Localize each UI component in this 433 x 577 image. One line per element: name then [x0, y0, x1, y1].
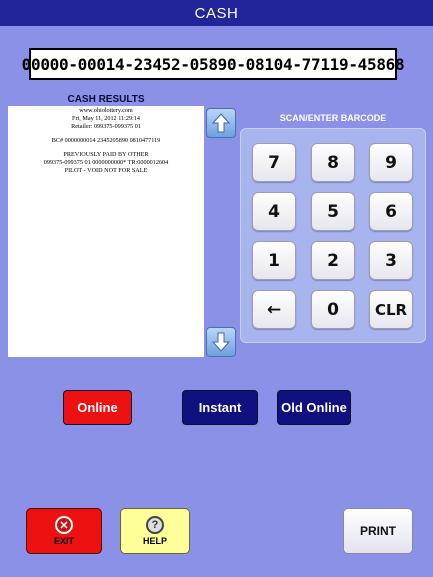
help-label: HELP — [142, 536, 167, 546]
key-6[interactable]: 6 — [369, 192, 413, 231]
key-8[interactable]: 8 — [311, 143, 355, 182]
instant-button[interactable]: Instant — [182, 390, 258, 425]
cash-results-title: CASH RESULTS — [67, 94, 145, 105]
scroll-up-button[interactable] — [206, 108, 236, 138]
close-circle-icon: ✕ — [55, 516, 73, 534]
arrow-down-icon — [212, 332, 230, 352]
exit-label: EXIT — [53, 536, 74, 546]
print-button[interactable]: PRINT — [343, 508, 413, 554]
keypad-panel: 7 8 9 4 5 6 1 2 3 ← 0 CLR — [240, 128, 426, 343]
key-7[interactable]: 7 — [252, 143, 296, 182]
receipt-line: PREVIOUSLY PAID BY OTHER — [63, 151, 149, 158]
receipt-line: PILOT - VOID NOT FOR SALE — [64, 167, 148, 174]
key-4[interactable]: 4 — [252, 192, 296, 231]
barcode-display: 00000-00014-23452-05890-08104-77119-4586… — [22, 48, 405, 80]
key-9[interactable]: 9 — [369, 143, 413, 182]
arrow-up-icon — [212, 113, 230, 133]
old-online-button[interactable]: Old Online — [277, 390, 351, 425]
help-button[interactable]: ? HELP — [120, 508, 190, 554]
receipt-line: 099375-099375 01 0000000000* TR:00000126… — [43, 159, 169, 166]
exit-button[interactable]: ✕ EXIT — [26, 508, 102, 554]
online-button[interactable]: Online — [63, 390, 132, 425]
receipt-line: Fri, May 11, 2012 11:29:14 — [72, 115, 140, 122]
key-0[interactable]: 0 — [311, 290, 355, 329]
receipt-line: BC# 0000000014 2345205890 0810477119 — [51, 137, 161, 144]
key-2[interactable]: 2 — [311, 241, 355, 280]
question-circle-icon: ? — [146, 516, 164, 534]
key-1[interactable]: 1 — [252, 241, 296, 280]
receipt-line: www.ohiolottery.com — [79, 107, 133, 114]
key-clear[interactable]: CLR — [369, 290, 413, 329]
cash-results-receipt: www.ohiolottery.com Fri, May 11, 2012 11… — [8, 106, 204, 357]
key-backspace[interactable]: ← — [252, 290, 296, 329]
keypad-title: SCAN/ENTER BARCODE — [279, 113, 387, 123]
scroll-down-button[interactable] — [206, 327, 236, 357]
key-3[interactable]: 3 — [369, 241, 413, 280]
window-title: CASH — [0, 0, 433, 26]
key-5[interactable]: 5 — [311, 192, 355, 231]
receipt-line: Retailer: 099375-099375 01 — [71, 123, 141, 130]
